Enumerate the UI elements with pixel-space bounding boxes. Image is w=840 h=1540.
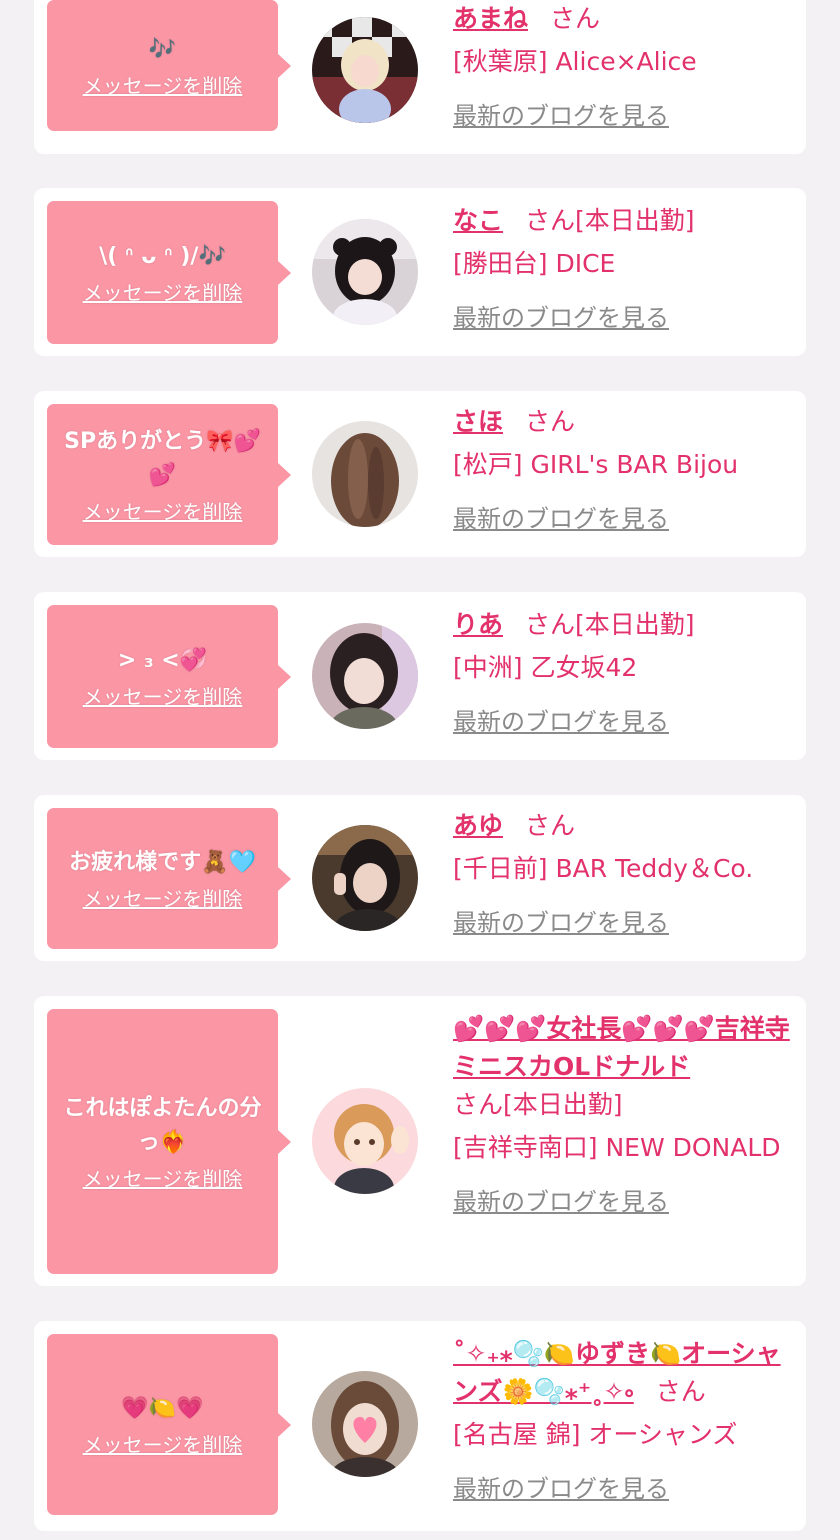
message-card: これはぽよたんの分っ❤️‍🔥 メッセージを削除 💕💕💕女社長💕💕💕吉祥寺ミニスカ… — [34, 996, 806, 1286]
message-card: > ₃ <💞 メッセージを削除 りあ さん[本日出勤] [中洲] 乙女坂42 最新… — [34, 592, 806, 760]
cast-info: りあ さん[本日出勤] [中洲] 乙女坂42 最新のブログを見る — [453, 606, 793, 737]
message-card: お疲れ様です🧸🩵 メッセージを削除 あゆ さん [千日前] BAR Teddy＆C… — [34, 795, 806, 961]
delete-message-link[interactable]: メッセージを削除 — [83, 886, 243, 912]
shop-label: [秋葉原] Alice×Alice — [453, 47, 697, 76]
san-label: さん — [525, 407, 576, 436]
shop-label: [勝田台] DICE — [453, 249, 616, 278]
san-label: さん — [525, 206, 576, 235]
today-badge: [本日出勤] — [503, 1090, 623, 1119]
delete-message-link[interactable]: メッセージを削除 — [83, 1432, 243, 1458]
delete-message-link[interactable]: メッセージを削除 — [83, 499, 243, 525]
latest-blog-link[interactable]: 最新のブログを見る — [453, 1469, 669, 1504]
cast-info: ˚✧₊⁎🫧🍋ゆずき🍋オーシャンズ🌼🫧⁎⁺˳✧༚ さん [名古屋 錦] オーシャンズ… — [453, 1335, 793, 1504]
latest-blog-link[interactable]: 最新のブログを見る — [453, 1182, 669, 1217]
san-label: さん — [655, 1377, 706, 1406]
cast-name-link[interactable]: ˚✧₊⁎🫧🍋ゆずき🍋オーシャンズ🌼🫧⁎⁺˳✧༚ — [453, 1339, 781, 1406]
san-label: さん — [525, 610, 576, 639]
today-badge: [本日出勤] — [575, 206, 695, 235]
cast-name-link[interactable]: さほ — [453, 407, 503, 436]
cast-name-link[interactable]: りあ — [453, 610, 503, 639]
message-text: \( ᐢ ᴗ ᐢ )/🎶 — [99, 243, 226, 269]
name-row: ˚✧₊⁎🫧🍋ゆずき🍋オーシャンズ🌼🫧⁎⁺˳✧༚ さん — [453, 1335, 793, 1411]
message-text: これはぽよたんの分っ❤️‍🔥 — [63, 1095, 262, 1155]
message-bubble: 🎶 メッセージを削除 — [47, 0, 291, 131]
latest-blog-link[interactable]: 最新のブログを見る — [453, 96, 669, 131]
latest-blog-link[interactable]: 最新のブログを見る — [453, 702, 669, 737]
cast-info: あまね さん [秋葉原] Alice×Alice 最新のブログを見る — [453, 0, 793, 131]
san-label: さん — [550, 4, 601, 33]
avatar[interactable] — [312, 1088, 418, 1194]
message-bubble: これはぽよたんの分っ❤️‍🔥 メッセージを削除 — [47, 1009, 291, 1274]
message-text: 💗🍋💗 — [121, 1395, 204, 1421]
shop-label: [千日前] BAR Teddy＆Co. — [453, 854, 754, 883]
delete-message-link[interactable]: メッセージを削除 — [83, 684, 243, 710]
message-text: 🎶 — [148, 36, 177, 62]
shop-label: [中洲] 乙女坂42 — [453, 653, 638, 682]
shop-label: [吉祥寺南口] NEW DONALD — [453, 1133, 781, 1162]
avatar[interactable] — [312, 1371, 418, 1477]
cast-info: 💕💕💕女社長💕💕💕吉祥寺ミニスカOLドナルドさん[本日出勤] [吉祥寺南口] N… — [453, 1010, 793, 1217]
message-card: SPありがとう🎀💕💕 メッセージを削除 さほ さん [松戸] GIRL's BAR… — [34, 391, 806, 557]
today-badge: [本日出勤] — [575, 610, 695, 639]
shop-label: [松戸] GIRL's BAR Bijou — [453, 450, 739, 479]
cast-name-link[interactable]: 💕💕💕女社長💕💕💕吉祥寺ミニスカOLドナルド — [453, 1014, 790, 1081]
avatar[interactable] — [312, 17, 418, 123]
message-text: お疲れ様です🧸🩵 — [69, 849, 256, 875]
name-row: りあ さん[本日出勤] — [453, 606, 793, 644]
delete-message-link[interactable]: メッセージを削除 — [83, 1166, 243, 1192]
message-bubble: > ₃ <💞 メッセージを削除 — [47, 605, 291, 748]
message-card: \( ᐢ ᴗ ᐢ )/🎶 メッセージを削除 なこ さん[本日出勤] [勝田台] D… — [34, 188, 806, 356]
name-row: あゆ さん — [453, 807, 793, 845]
avatar[interactable] — [312, 421, 418, 527]
shop-label: [名古屋 錦] オーシャンズ — [453, 1420, 738, 1449]
name-row: さほ さん — [453, 403, 793, 441]
message-bubble: 💗🍋💗 メッセージを削除 — [47, 1334, 291, 1515]
cast-info: あゆ さん [千日前] BAR Teddy＆Co. 最新のブログを見る — [453, 807, 793, 938]
cast-info: なこ さん[本日出勤] [勝田台] DICE 最新のブログを見る — [453, 202, 793, 333]
cast-name-link[interactable]: あゆ — [453, 811, 503, 840]
message-bubble: SPありがとう🎀💕💕 メッセージを削除 — [47, 404, 291, 545]
name-row: なこ さん[本日出勤] — [453, 202, 793, 240]
cast-info: さほ さん [松戸] GIRL's BAR Bijou 最新のブログを見る — [453, 403, 793, 534]
delete-message-link[interactable]: メッセージを削除 — [83, 73, 243, 99]
cast-name-link[interactable]: あまね — [453, 4, 528, 33]
message-bubble: お疲れ様です🧸🩵 メッセージを削除 — [47, 808, 291, 949]
name-row: あまね さん — [453, 0, 793, 38]
latest-blog-link[interactable]: 最新のブログを見る — [453, 903, 669, 938]
message-text: > ₃ <💞 — [117, 647, 208, 673]
name-row: 💕💕💕女社長💕💕💕吉祥寺ミニスカOLドナルドさん[本日出勤] — [453, 1010, 793, 1124]
latest-blog-link[interactable]: 最新のブログを見る — [453, 298, 669, 333]
avatar[interactable] — [312, 623, 418, 729]
avatar[interactable] — [312, 825, 418, 931]
message-card: 🎶 メッセージを削除 あまね さん [秋葉原] Alice×Alice 最新のブロ… — [34, 0, 806, 154]
avatar[interactable] — [312, 219, 418, 325]
delete-message-link[interactable]: メッセージを削除 — [83, 280, 243, 306]
cast-name-link[interactable]: なこ — [453, 206, 503, 235]
message-bubble: \( ᐢ ᴗ ᐢ )/🎶 メッセージを削除 — [47, 201, 291, 344]
san-label: さん — [453, 1090, 504, 1119]
message-text: SPありがとう🎀💕💕 — [64, 428, 261, 488]
latest-blog-link[interactable]: 最新のブログを見る — [453, 499, 669, 534]
message-card: 💗🍋💗 メッセージを削除 ˚✧₊⁎🫧🍋ゆずき🍋オーシャンズ🌼🫧⁎⁺˳✧༚ さん [… — [34, 1321, 806, 1531]
san-label: さん — [525, 811, 576, 840]
